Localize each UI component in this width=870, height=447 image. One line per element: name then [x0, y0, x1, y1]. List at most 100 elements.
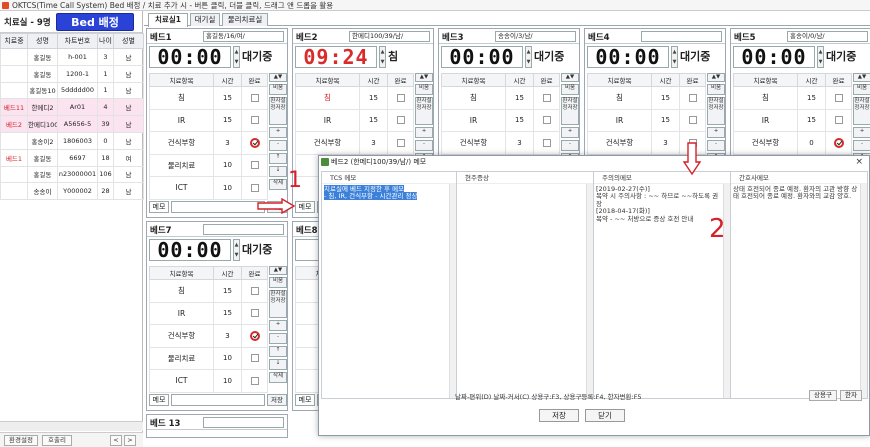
bed-side-button[interactable]: 삭제 [269, 179, 287, 190]
treatment-done-cell[interactable] [241, 131, 268, 155]
treatment-done-cell[interactable] [825, 131, 852, 155]
patient-row[interactable]: 홍송이2 1806003 0 남 [0, 131, 144, 150]
save-button[interactable]: 저장 [267, 394, 287, 406]
patient-name-field[interactable]: 한메디100/39/남/ [349, 31, 430, 42]
treatment-row[interactable]: 건식부항 0 [733, 131, 852, 155]
bed-side-button[interactable]: 비움 [269, 84, 287, 95]
treatment-row[interactable]: IR 15 [295, 108, 414, 132]
bed-side-button[interactable]: + [707, 127, 725, 138]
bed-card[interactable]: 베드 13 [146, 414, 288, 438]
patient-row[interactable]: 홍길동 n23000001 106 남 [0, 165, 144, 184]
call-button[interactable]: 호출리 [42, 435, 72, 446]
timer-spinner[interactable]: ▲▼ [379, 46, 386, 68]
bed-side-button[interactable]: - [269, 140, 287, 151]
bed-side-button[interactable]: + [269, 320, 287, 331]
bed-side-button[interactable]: - [853, 140, 870, 151]
done-checkbox[interactable] [834, 116, 843, 125]
bed-side-button[interactable]: 환자설정저장 [269, 290, 287, 318]
bed-side-button[interactable]: + [269, 127, 287, 138]
nurse-memo-scrollbar[interactable] [860, 184, 867, 398]
timer-spinner[interactable]: ▲▼ [233, 46, 240, 68]
treatment-done-cell[interactable] [387, 86, 414, 110]
done-checkbox[interactable] [396, 116, 405, 125]
done-checkbox[interactable] [542, 93, 551, 102]
bed-side-button[interactable]: ▲▼ [269, 266, 287, 275]
done-checkbox[interactable] [250, 376, 259, 385]
memo-button[interactable]: 메모 [295, 394, 315, 406]
bed-side-button[interactable]: + [853, 127, 870, 138]
bed-side-button[interactable]: 비움 [561, 84, 579, 95]
treatment-done-cell[interactable] [825, 86, 852, 110]
done-checkbox[interactable] [834, 93, 843, 102]
nurse-memo-text[interactable]: 상태 호전되어 종료 예정. 환자의 고관 방향 상태 호전되어 종료 예정. … [733, 185, 859, 201]
treatment-done-cell[interactable] [679, 86, 706, 110]
treatment-row[interactable]: 침 15 [441, 86, 560, 110]
bed-side-button[interactable]: 비움 [853, 84, 870, 95]
treatment-done-cell[interactable] [679, 108, 706, 132]
treatment-done-cell[interactable] [533, 86, 560, 110]
treatment-done-cell[interactable] [241, 324, 268, 348]
patient-row[interactable]: 홍길동 1200-1 1 남 [0, 64, 144, 83]
done-checkbox[interactable] [250, 161, 259, 170]
bed-side-button[interactable]: ↓ [269, 359, 287, 370]
nurse-memo-panel[interactable]: 간호사메모 상태 호전되어 종료 예정. 환자의 고관 방향 상태 호전되어 종… [730, 171, 868, 399]
done-checkbox[interactable] [250, 354, 259, 363]
bed-side-button[interactable]: 비움 [707, 84, 725, 95]
column-header[interactable]: 나이 [97, 33, 114, 49]
treatment-row[interactable]: IR 15 [441, 108, 560, 132]
done-checkbox[interactable] [250, 309, 259, 318]
treatment-done-cell[interactable] [241, 108, 268, 132]
timer-spinner[interactable]: ▲▼ [817, 46, 824, 68]
tab-waiting[interactable]: 대기실 [190, 13, 220, 26]
patient-name-field[interactable] [641, 31, 722, 42]
treatment-row[interactable]: 침 15 [295, 86, 414, 110]
bed-card[interactable]: 베드7 00:00 ▲ ▼ 대기중 치료항목 시간 완료 침 15 IR 15 건… [146, 221, 288, 411]
done-checkbox[interactable] [250, 286, 259, 295]
bed-side-button[interactable]: ↑ [269, 153, 287, 164]
treatment-row[interactable]: IR 15 [587, 108, 706, 132]
patient-name-field[interactable] [203, 417, 284, 428]
dialog-close-button[interactable]: 닫기 [585, 409, 625, 422]
treatment-row[interactable]: 침 15 [733, 86, 852, 110]
treatment-row[interactable]: 물리치료 10 [149, 153, 268, 177]
symptom-scrollbar[interactable] [586, 184, 593, 398]
treatment-row[interactable]: 건식부항 3 [441, 131, 560, 155]
bed-side-button[interactable]: 환자설정저장 [561, 97, 579, 125]
done-checkbox[interactable] [396, 93, 405, 102]
timer-spinner[interactable]: ▲▼ [233, 239, 240, 261]
bed-side-button[interactable]: 환자설정저장 [853, 97, 870, 125]
done-checkbox[interactable] [249, 137, 260, 148]
treatment-done-cell[interactable] [533, 131, 560, 155]
bed-side-button[interactable]: ▲▼ [415, 73, 433, 82]
patient-row[interactable]: 홍길동10 5ddddd00 1 남 [0, 81, 144, 100]
patient-row[interactable]: 홍길동 h-001 3 남 [0, 48, 144, 66]
done-checkbox[interactable] [688, 116, 697, 125]
bed-side-button[interactable]: 삭제 [269, 372, 287, 383]
bed-side-button[interactable]: 환자설정저장 [269, 97, 287, 125]
bed-side-button[interactable]: ▲▼ [561, 73, 579, 82]
treatment-done-cell[interactable] [241, 369, 268, 393]
patient-row[interactable]: 베드1 홍길동 6697 18 여 [0, 148, 144, 167]
bed-side-button[interactable]: ↓ [269, 166, 287, 177]
patient-name-field[interactable] [203, 224, 284, 235]
timer-spinner[interactable]: ▲▼ [671, 46, 678, 68]
tcs-memo-panel[interactable]: TCS 메모 치료실에 베드 지정한 후 메모 - 침, IR, 건식부항 - … [321, 171, 457, 399]
caution-memo-panel[interactable]: 주의의메모 [2019-02-27(수)] 복약 시 주의사항 : ~~ 하므로… [593, 171, 731, 399]
treatment-row[interactable]: IR 15 [733, 108, 852, 132]
memo-input[interactable] [171, 394, 265, 406]
done-checkbox[interactable] [250, 93, 259, 102]
treatment-row[interactable]: 침 15 [149, 279, 268, 303]
hanja-button[interactable]: 한자 [840, 390, 862, 401]
bed-side-button[interactable]: - [269, 333, 287, 344]
bed-side-button[interactable]: + [561, 127, 579, 138]
treatment-row[interactable]: ICT 10 [149, 369, 268, 393]
column-header[interactable]: 성별 [113, 33, 144, 49]
treatment-row[interactable]: 건식부항 3 [295, 131, 414, 155]
treatment-done-cell[interactable] [387, 131, 414, 155]
tcs-memo-text[interactable]: 치료실에 베드 지정한 후 메모 - 침, IR, 건식부항 - 시간관리 정상 [324, 185, 448, 201]
tab-room1[interactable]: 치료실1 [148, 13, 188, 27]
tcs-memo-scrollbar[interactable] [449, 184, 456, 398]
bed-card[interactable]: 베드1 홍길동/16/여/ 00:00 ▲ ▼ 대기중 치료항목 시간 완료 침 … [146, 28, 288, 218]
treatment-row[interactable]: IR 15 [149, 301, 268, 325]
patient-table-hscrollbar[interactable] [0, 421, 143, 431]
